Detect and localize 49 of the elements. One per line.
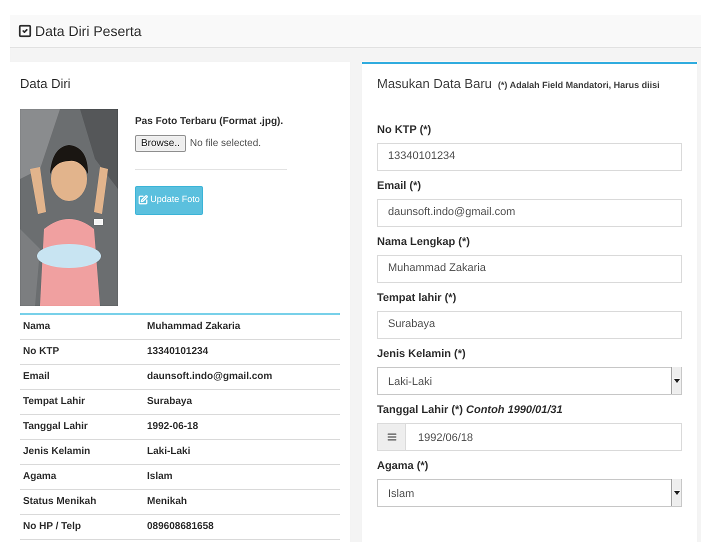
field-label: Nama Lengkap (*)	[377, 236, 471, 248]
input-value: 13340101234	[388, 149, 456, 164]
table-cell-text: Jenis Kelamin	[22, 445, 92, 459]
input-value: 1992/06/18	[418, 432, 474, 444]
input-value: Surabaya	[388, 317, 436, 332]
edit-icon	[138, 195, 148, 205]
table-cell-text: Islam	[147, 470, 173, 484]
list-icon	[386, 432, 396, 442]
table-cell-text: 089608681658	[147, 520, 214, 534]
panel-title: Masukan Data Baru	[377, 75, 492, 93]
field-label: Email (*)	[377, 180, 422, 192]
table-cell-text: Menikah	[147, 495, 188, 509]
input-value: daunsoft.indo@gmail.com	[388, 205, 516, 220]
file-status: No file selected.	[190, 136, 262, 150]
table-cell-text: Muhammad Zakaria	[147, 320, 240, 334]
table-cell-text: 13340101234	[147, 345, 208, 359]
dropdown-field[interactable]: Islam	[377, 478, 682, 506]
checkbox-icon	[18, 24, 32, 38]
page-title: Data Diri Peserta	[35, 22, 142, 40]
field-label: Tempat lahir (*)	[377, 292, 458, 304]
table-cell-text: Surabaya	[147, 395, 192, 409]
browse-button[interactable]: Browse..	[135, 134, 186, 152]
table-cell-text: No HP / Telp	[22, 520, 82, 534]
dropdown-field[interactable]: Laki-Laki	[377, 366, 682, 394]
table-cell-text: Email	[22, 370, 51, 384]
table-cell-text: Status Menikah	[22, 495, 98, 509]
table-cell-text: No KTP	[22, 345, 60, 359]
text-field[interactable]: daunsoft.indo@gmail.com	[377, 198, 682, 226]
table-cell-text: Tanggal Lahir	[22, 420, 89, 434]
input-value: Muhammad Zakaria	[388, 261, 486, 276]
table-cell-text: Nama	[22, 320, 52, 334]
date-field[interactable]: 1992/06/18	[377, 422, 682, 450]
table-cell-text: Tempat Lahir	[22, 395, 86, 409]
table-cell-text: daunsoft.indo@gmail.com	[147, 370, 272, 384]
upload-label: Pas Foto Terbaru (Format .jpg).	[135, 114, 284, 128]
table-cell-text: Agama	[22, 470, 58, 484]
text-field[interactable]: Muhammad Zakaria	[377, 254, 682, 282]
input-value: Laki-Laki	[388, 376, 432, 388]
text-field[interactable]: Surabaya	[377, 310, 682, 338]
field-label: No KTP (*)	[377, 124, 432, 136]
mandatory-note: (*) Adalah Field Mandatori, Harus diisi	[498, 79, 660, 92]
input-value: Islam	[388, 488, 414, 500]
field-label: Tanggal Lahir (*) Contoh 1990/01/31	[377, 404, 564, 416]
field-label: Jenis Kelamin (*)	[377, 348, 467, 360]
panel-title: Data Diri	[20, 75, 72, 93]
table-cell-text: 1992-06-18	[147, 420, 198, 434]
field-label: Agama (*)	[377, 460, 430, 472]
table-cell-text: Laki-Laki	[147, 445, 190, 459]
text-field[interactable]: 13340101234	[377, 142, 682, 170]
